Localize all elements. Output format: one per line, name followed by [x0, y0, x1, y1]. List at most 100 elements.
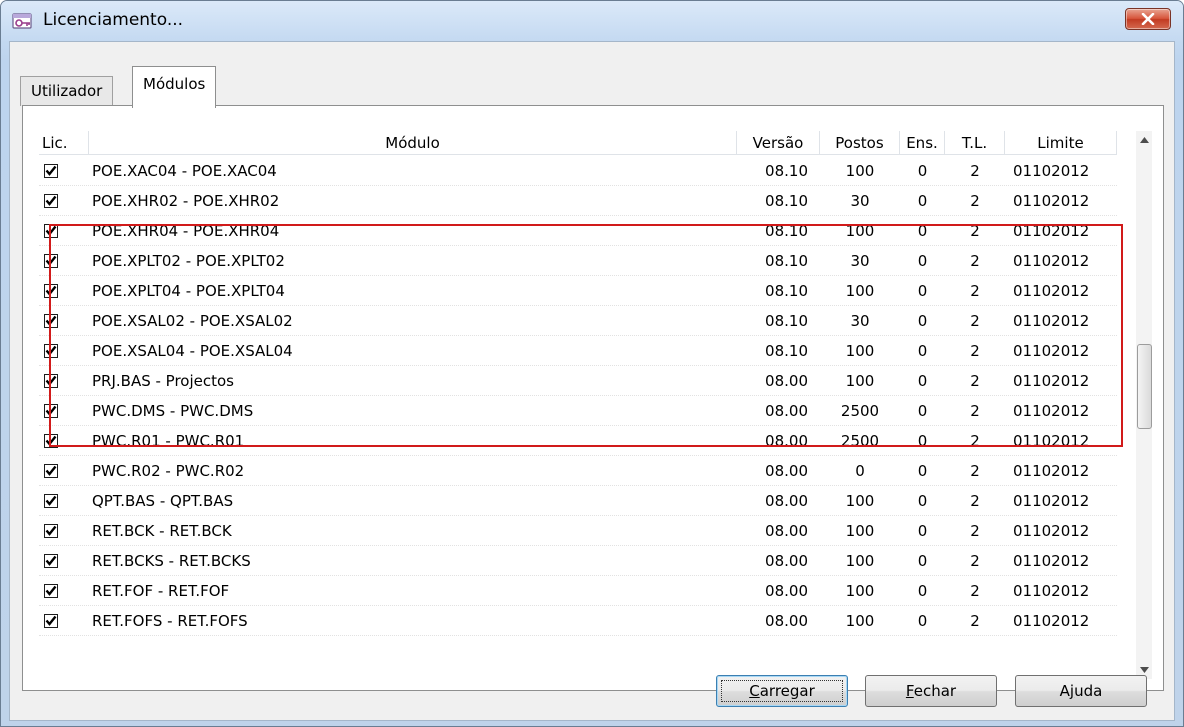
license-checkbox[interactable] [44, 193, 58, 208]
column-header-tl[interactable]: T.L. [945, 131, 1005, 155]
module-name-cell: RET.FOFS - RET.FOFS [92, 611, 248, 630]
close-button[interactable] [1125, 8, 1171, 30]
version-cell: 08.00 [765, 491, 808, 510]
column-header-postos[interactable]: Postos [820, 131, 900, 155]
modules-list[interactable]: Lic. Módulo Versão Postos Ens. T.L. Limi… [39, 131, 1152, 679]
module-name-cell: POE.XSAL04 - POE.XSAL04 [92, 341, 293, 360]
tl-cell: 2 [970, 221, 980, 240]
table-row[interactable]: PWC.R01 - PWC.R01 08.00 2500 0 2 01102012 [39, 426, 1117, 456]
ajuda-button[interactable]: Ajuda [1015, 675, 1147, 707]
postos-cell: 100 [845, 581, 875, 600]
row-license-cell [39, 163, 89, 178]
table-row[interactable]: RET.BCK - RET.BCK 08.00 100 0 2 01102012 [39, 516, 1117, 546]
tl-cell: 2 [970, 581, 980, 600]
version-cell: 08.10 [765, 191, 808, 210]
table-row[interactable]: POE.XHR04 - POE.XHR04 08.10 100 0 2 01102012 [39, 216, 1117, 246]
table-row[interactable]: POE.XAC04 - POE.XAC04 08.10 100 0 2 01102012 [39, 156, 1117, 186]
license-checkbox[interactable] [44, 283, 58, 298]
table-row[interactable]: QPT.BAS - QPT.BAS 08.00 100 0 2 01102012 [39, 486, 1117, 516]
vertical-scrollbar[interactable] [1136, 131, 1152, 679]
checkmark-icon [45, 435, 57, 446]
license-checkbox[interactable] [44, 493, 58, 508]
limite-cell: 01102012 [1013, 221, 1090, 240]
license-checkbox[interactable] [44, 553, 58, 568]
license-checkbox[interactable] [44, 523, 58, 538]
tab-modulos[interactable]: Módulos [132, 66, 217, 108]
table-row[interactable]: RET.BCKS - RET.BCKS 08.00 100 0 2 01102012 [39, 546, 1117, 576]
licensing-dialog: Licenciamento... Utilizador Módulos Lic.… [0, 0, 1184, 727]
scroll-up-button[interactable] [1136, 131, 1152, 149]
scroll-thumb[interactable] [1137, 344, 1152, 429]
table-row[interactable]: POE.XSAL04 - POE.XSAL04 08.10 100 0 2 0110201… [39, 336, 1117, 366]
license-checkbox[interactable] [44, 463, 58, 478]
ens-cell: 0 [917, 521, 928, 540]
row-license-cell [39, 463, 89, 478]
limite-cell: 01102012 [1013, 341, 1090, 360]
row-license-cell [39, 253, 89, 268]
table-row[interactable]: POE.XSAL02 - POE.XSAL02 08.10 30 0 2 01102012 [39, 306, 1117, 336]
postos-cell: 100 [845, 521, 875, 540]
version-cell: 08.00 [765, 431, 808, 450]
license-checkbox[interactable] [44, 223, 58, 238]
limite-cell: 01102012 [1013, 401, 1090, 420]
module-name-cell: QPT.BAS - QPT.BAS [92, 491, 234, 510]
checkmark-icon [45, 195, 57, 206]
version-cell: 08.10 [765, 221, 808, 240]
license-checkbox[interactable] [44, 583, 58, 598]
tl-cell: 2 [970, 251, 980, 270]
license-checkbox[interactable] [44, 253, 58, 268]
license-checkbox[interactable] [44, 403, 58, 418]
carregar-button[interactable]: Carregar [716, 675, 848, 707]
table-row[interactable]: POE.XPLT04 - POE.XPLT04 08.10 100 0 2 0110201… [39, 276, 1117, 306]
column-header-modulo[interactable]: Módulo [89, 131, 737, 155]
postos-cell: 100 [845, 281, 875, 300]
ens-cell: 0 [917, 221, 928, 240]
tl-cell: 2 [970, 191, 980, 210]
column-header-versao[interactable]: Versão [737, 131, 820, 155]
column-header-lic[interactable]: Lic. [39, 131, 89, 155]
window-title: Licenciamento... [43, 10, 184, 30]
ens-cell: 0 [917, 581, 928, 600]
license-checkbox[interactable] [44, 613, 58, 628]
postos-cell: 100 [845, 371, 875, 390]
column-header-ens[interactable]: Ens. [900, 131, 945, 155]
license-checkbox[interactable] [44, 433, 58, 448]
module-name-cell: PWC.R02 - PWC.R02 [92, 461, 245, 480]
license-checkbox[interactable] [44, 313, 58, 328]
postos-cell: 100 [845, 221, 875, 240]
license-checkbox[interactable] [44, 343, 58, 358]
table-row[interactable]: POE.XHR02 - POE.XHR02 08.10 30 0 2 01102012 [39, 186, 1117, 216]
table-row[interactable]: POE.XPLT02 - POE.XPLT02 08.10 30 0 2 01102012 [39, 246, 1117, 276]
close-icon [1141, 13, 1155, 25]
table-row[interactable]: RET.FOF - RET.FOF 08.00 100 0 2 01102012 [39, 576, 1117, 606]
postos-cell: 30 [850, 251, 870, 270]
limite-cell: 01102012 [1013, 581, 1090, 600]
postos-cell: 100 [845, 611, 875, 630]
row-license-cell [39, 223, 89, 238]
limite-cell: 01102012 [1013, 191, 1090, 210]
license-checkbox[interactable] [44, 373, 58, 388]
ens-cell: 0 [917, 161, 928, 180]
row-license-cell [39, 283, 89, 298]
ens-cell: 0 [917, 401, 928, 420]
module-name-cell: POE.XPLT02 - POE.XPLT02 [92, 251, 285, 270]
table-row[interactable]: PWC.R02 - PWC.R02 08.00 0 0 2 01102012 [39, 456, 1117, 486]
table-row[interactable]: RET.FOFS - RET.FOFS 08.00 100 0 2 01102012 [39, 606, 1117, 636]
row-license-cell [39, 613, 89, 628]
module-name-cell: PRJ.BAS - Projectos [92, 371, 234, 390]
postos-cell: 30 [850, 311, 870, 330]
row-license-cell [39, 343, 89, 358]
column-header-limite[interactable]: Limite [1005, 131, 1117, 155]
license-checkbox[interactable] [44, 163, 58, 178]
postos-cell: 100 [845, 491, 875, 510]
title-bar[interactable]: Licenciamento... [1, 1, 1183, 41]
module-name-cell: POE.XHR04 - POE.XHR04 [92, 221, 280, 240]
tl-cell: 2 [970, 311, 980, 330]
ens-cell: 0 [917, 191, 928, 210]
tab-utilizador[interactable]: Utilizador [20, 76, 114, 106]
fechar-button[interactable]: Fechar [865, 675, 997, 707]
checkmark-icon [45, 255, 57, 266]
table-row[interactable]: PRJ.BAS - Projectos 08.00 100 0 2 01102012 [39, 366, 1117, 396]
postos-cell: 100 [845, 341, 875, 360]
table-row[interactable]: PWC.DMS - PWC.DMS 08.00 2500 0 2 01102012 [39, 396, 1117, 426]
